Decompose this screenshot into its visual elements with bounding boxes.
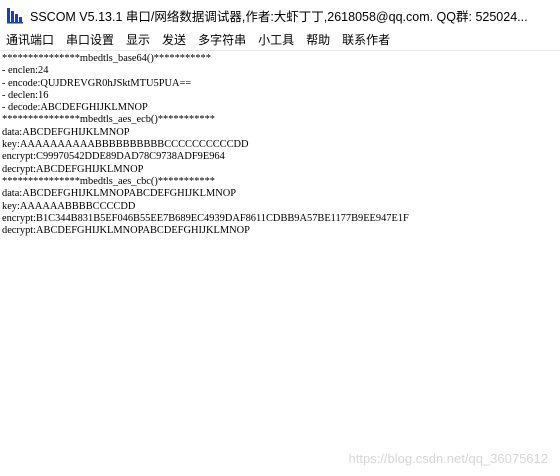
- menu-item-serial-settings[interactable]: 串口设置: [60, 30, 120, 50]
- terminal-line: - enclen:24: [2, 65, 49, 77]
- menu-bar: 通讯端口 串口设置 显示 发送 多字符串 小工具 帮助 联系作者: [0, 30, 560, 51]
- receive-area[interactable]: ***************mbedtls_base64()*********…: [0, 51, 560, 476]
- terminal-line: data:ABCDEFGHIJKLMNOPABCDEFGHIJKLMNOP: [2, 188, 237, 200]
- terminal-line: ***************mbedtls_aes_cbc()********…: [2, 175, 215, 187]
- sscom-app-icon: [7, 8, 23, 24]
- terminal-line: - encode:QUJDREVGR0hJSktMTU5PUA==: [2, 77, 192, 89]
- menu-item-tools[interactable]: 小工具: [252, 30, 300, 50]
- terminal-line: decrypt:ABCDEFGHIJKLMNOPABCDEFGHIJKLMNOP: [2, 225, 250, 237]
- terminal-line: encrypt:C99970542DDE89DAD78C9738ADF9E964: [2, 151, 225, 163]
- title-bar[interactable]: SSCOM V5.13.1 串口/网络数据调试器,作者:大虾丁丁,2618058…: [0, 0, 560, 30]
- watermark: https://blog.csdn.net/qq_36075612: [348, 451, 549, 466]
- terminal-line: encrypt:B1C344B831B5EF046B55EE7B689EC493…: [2, 212, 409, 224]
- terminal-line: - declen:16: [2, 89, 49, 101]
- menu-item-send[interactable]: 发送: [156, 30, 192, 50]
- menu-item-help[interactable]: 帮助: [300, 30, 336, 50]
- terminal-line: ***************mbedtls_aes_ecb()********…: [2, 114, 215, 126]
- receive-text[interactable]: ***************mbedtls_base64()*********…: [2, 53, 547, 473]
- terminal-line: decrypt:ABCDEFGHIJKLMNOP: [2, 163, 144, 175]
- terminal-line: - decode:ABCDEFGHIJKLMNOP: [2, 102, 148, 114]
- window-title: SSCOM V5.13.1 串口/网络数据调试器,作者:大虾丁丁,2618058…: [30, 9, 528, 24]
- menu-item-display[interactable]: 显示: [120, 30, 156, 50]
- menu-item-multi-string[interactable]: 多字符串: [192, 30, 252, 50]
- sscom-window: SSCOM V5.13.1 串口/网络数据调试器,作者:大虾丁丁,2618058…: [0, 0, 560, 476]
- menu-item-contact-author[interactable]: 联系作者: [336, 30, 396, 50]
- terminal-line: key:AAAAAAAAAABBBBBBBBBBCCCCCCCCCCDD: [2, 139, 249, 151]
- terminal-line: data:ABCDEFGHIJKLMNOP: [2, 126, 130, 138]
- menu-item-comm-port[interactable]: 通讯端口: [0, 30, 60, 50]
- terminal-line: key:AAAAAABBBBCCCCDD: [2, 200, 136, 212]
- terminal-line: ***************mbedtls_base64()*********…: [2, 53, 211, 64]
